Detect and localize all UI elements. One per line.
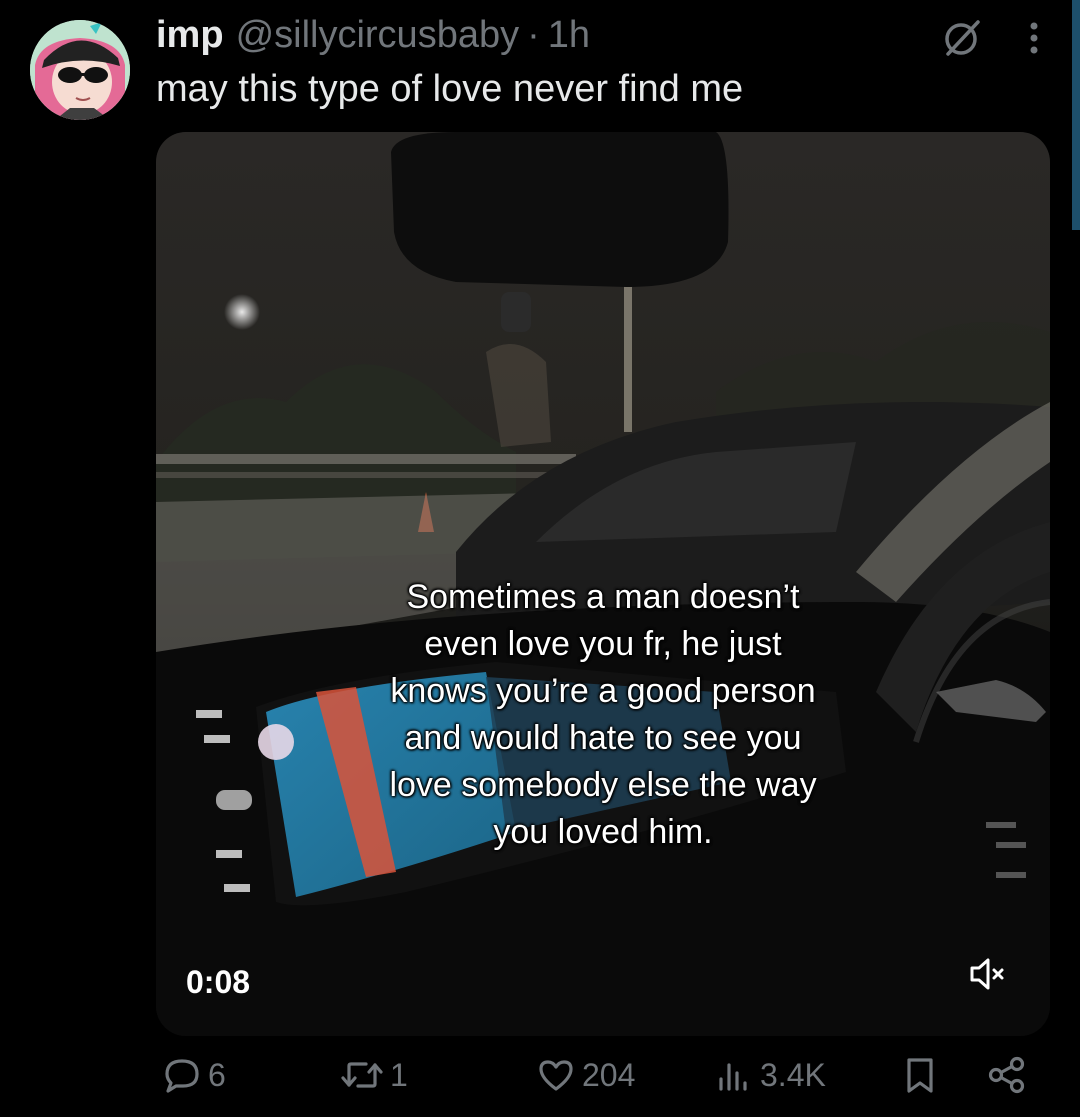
share-icon [986, 1055, 1028, 1095]
tweet-header: imp @sillycircusbaby · 1h [156, 14, 590, 57]
bookmark-icon [900, 1055, 940, 1095]
separator-dot: · [527, 14, 540, 56]
tweet-text: may this type of love never find me [156, 68, 744, 110]
timestamp[interactable]: 1h [548, 14, 590, 57]
caption-line: and would hate to see you [404, 719, 802, 757]
repost-icon [340, 1055, 384, 1095]
bookmark-button[interactable] [900, 1055, 940, 1095]
repost-count: 1 [390, 1056, 408, 1093]
views-button[interactable]: 3.4K [714, 1055, 826, 1095]
mute-icon[interactable] [968, 954, 1008, 999]
reply-button[interactable]: 6 [162, 1055, 226, 1095]
like-count: 204 [582, 1056, 636, 1093]
repost-button[interactable]: 1 [340, 1055, 408, 1095]
avatar-image [30, 20, 130, 120]
caption-line: even love you fr, he just [424, 625, 782, 663]
video-elapsed-time: 0:08 [186, 964, 251, 1000]
share-button[interactable] [986, 1055, 1028, 1095]
video-player[interactable]: Sometimes a man doesn’t even love you fr… [156, 132, 1050, 1036]
view-count: 3.4K [760, 1056, 826, 1093]
reply-icon [162, 1055, 202, 1095]
user-handle[interactable]: @sillycircusbaby [236, 14, 520, 57]
analytics-icon [714, 1055, 754, 1095]
more-icon[interactable] [1028, 18, 1040, 58]
scroll-indicator[interactable] [1072, 0, 1080, 230]
grok-icon[interactable] [942, 18, 982, 58]
like-button[interactable]: 204 [536, 1055, 635, 1095]
display-name[interactable]: imp [156, 14, 224, 57]
heart-icon [536, 1055, 576, 1095]
caption-line: Sometimes a man doesn’t [406, 578, 800, 616]
video-caption: Sometimes a man doesn’t even love you fr… [156, 574, 1050, 856]
caption-line: you loved him. [493, 813, 713, 851]
avatar[interactable] [30, 20, 130, 120]
caption-line: knows you’re a good person [390, 672, 816, 710]
tweet: imp @sillycircusbaby · 1h may this type … [0, 0, 1080, 1117]
action-bar: 6 1 204 3.4K [156, 1055, 1032, 1105]
caption-line: love somebody else the way [389, 766, 817, 804]
reply-count: 6 [208, 1056, 226, 1093]
tweet-top-actions [942, 18, 1040, 58]
